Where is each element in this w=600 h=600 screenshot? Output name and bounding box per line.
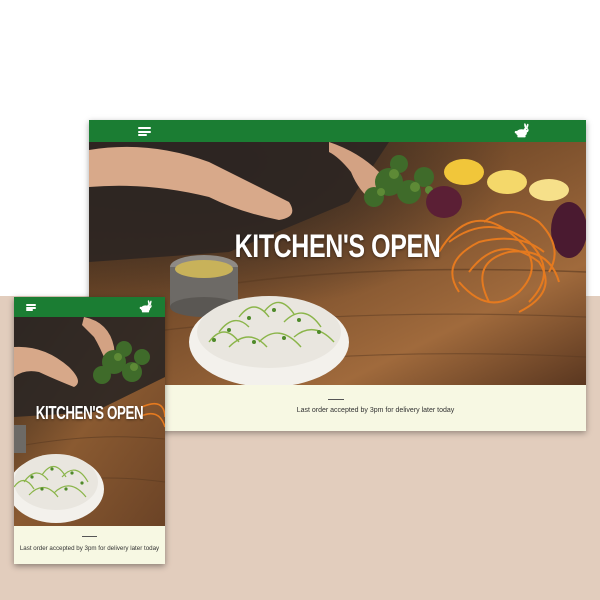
hero-title: KITCHEN'S OPEN: [35, 403, 144, 423]
top-nav-bar: [89, 120, 586, 142]
order-notice-text: Last order accepted by 3pm for delivery …: [296, 407, 455, 414]
divider: [328, 399, 344, 400]
order-notice-band: Last order accepted by 3pm for delivery …: [14, 526, 165, 564]
hamburger-menu-icon[interactable]: [138, 127, 151, 136]
order-notice-text: Last order accepted by 3pm for delivery …: [19, 545, 160, 552]
divider: [82, 536, 97, 537]
rabbit-logo-icon[interactable]: [513, 123, 530, 138]
mobile-mockup: KITCHEN'S OPEN Last order accepted by 3p…: [14, 297, 165, 564]
hero-title: KITCHEN'S OPEN: [234, 228, 441, 264]
hero-image: KITCHEN'S OPEN: [14, 317, 165, 526]
rabbit-logo-icon[interactable]: [138, 300, 153, 313]
top-nav-bar: [14, 297, 165, 317]
hamburger-menu-icon[interactable]: [26, 304, 36, 311]
order-notice-band: Last order accepted by 3pm for delivery …: [165, 385, 586, 431]
